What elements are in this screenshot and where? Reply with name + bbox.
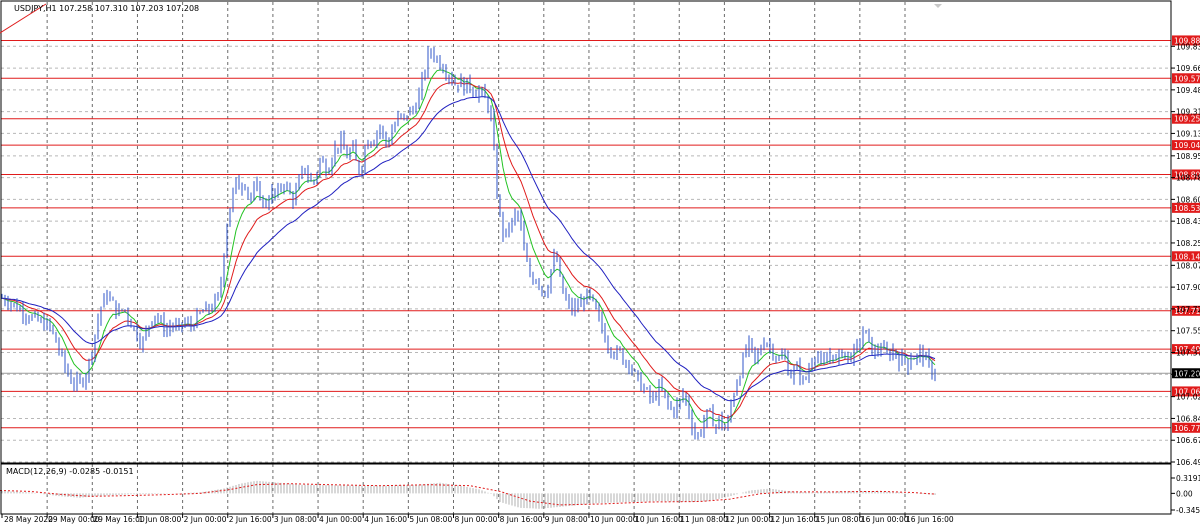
price-tick-label: 107.900 (1176, 283, 1200, 292)
price-tick-label: 107.020 (1176, 393, 1200, 402)
price-tick-label: 108.075 (1176, 261, 1200, 270)
time-tick-label: 10 Jun 00:00 (590, 515, 638, 524)
price-tick-label: 106.670 (1176, 436, 1200, 445)
price-tick-label: 108.255 (1176, 239, 1200, 248)
price-tick-label: 108.430 (1176, 217, 1200, 226)
price-tick-label: 108.605 (1176, 195, 1200, 204)
macd-tick-label: -0.3455 (1176, 506, 1200, 515)
time-tick-label: 4 Jun 00:00 (319, 515, 362, 524)
time-tick-label: 8 Jun 00:00 (455, 515, 498, 524)
time-tick-label: 12 Jun 16:00 (771, 515, 819, 524)
time-tick-label: 5 Jun 08:00 (409, 515, 452, 524)
chart-background (0, 0, 1200, 527)
level-price-label: 109.041 (1174, 141, 1200, 150)
time-tick-label: 12 Jun 00:00 (725, 515, 773, 524)
time-tick-label: 8 Jun 16:00 (500, 515, 543, 524)
price-tick-label: 107.200 (1176, 370, 1200, 379)
price-tick-label: 108.780 (1176, 174, 1200, 183)
chart-canvas[interactable]: 109.882109.578109.253109.041108.805108.5… (0, 0, 1200, 527)
time-tick-label: 15 Jun 08:00 (816, 515, 864, 524)
time-tick-label: 16 Jun 16:00 (906, 515, 954, 524)
macd-tick-label: 0.3191 (1176, 474, 1200, 483)
price-tick-label: 109.485 (1176, 86, 1200, 95)
time-tick-label: 2 Jun 00:00 (184, 515, 227, 524)
price-tick-label: 107.550 (1176, 327, 1200, 336)
time-tick-label: 3 Jun 08:00 (274, 515, 317, 524)
price-tick-label: 106.495 (1176, 458, 1200, 467)
time-tick-label: 9 Jun 08:00 (545, 515, 588, 524)
price-tick-label: 109.135 (1176, 129, 1200, 138)
time-axis: 28 May 202029 May 00:0029 May 16:001 Jun… (1, 514, 954, 524)
level-price-label: 106.770 (1174, 424, 1200, 433)
price-tick-label: 109.310 (1176, 108, 1200, 117)
price-tick-label: 109.835 (1176, 42, 1200, 51)
time-tick-label: 11 Jun 08:00 (680, 515, 728, 524)
time-tick-label: 2 Jun 16:00 (229, 515, 272, 524)
time-tick-label: 28 May 2020 (4, 515, 53, 524)
macd-tick-label: 0.00 (1176, 489, 1193, 498)
level-price-label: 108.537 (1174, 204, 1200, 213)
macd-info: MACD(12,26,9) -0.0285 -0.0151 (6, 467, 134, 476)
level-price-label: 109.578 (1174, 74, 1200, 83)
price-tick-label: 108.955 (1176, 152, 1200, 161)
price-tick-label: 109.660 (1176, 64, 1200, 73)
price-tick-label: 107.725 (1176, 305, 1200, 314)
time-tick-label: 4 Jun 16:00 (364, 515, 407, 524)
symbol-info: USDJPY,H1 107.258 107.310 107.203 107.20… (14, 4, 199, 13)
time-tick-label: 1 Jun 08:00 (138, 515, 181, 524)
trading-chart[interactable]: 109.882109.578109.253109.041108.805108.5… (0, 0, 1200, 527)
time-tick-label: 10 Jun 16:00 (635, 515, 683, 524)
price-tick-label: 106.845 (1176, 414, 1200, 423)
level-price-label: 108.148 (1174, 252, 1200, 261)
time-tick-label: 16 Jun 00:00 (861, 515, 909, 524)
price-tick-label: 107.375 (1176, 348, 1200, 357)
